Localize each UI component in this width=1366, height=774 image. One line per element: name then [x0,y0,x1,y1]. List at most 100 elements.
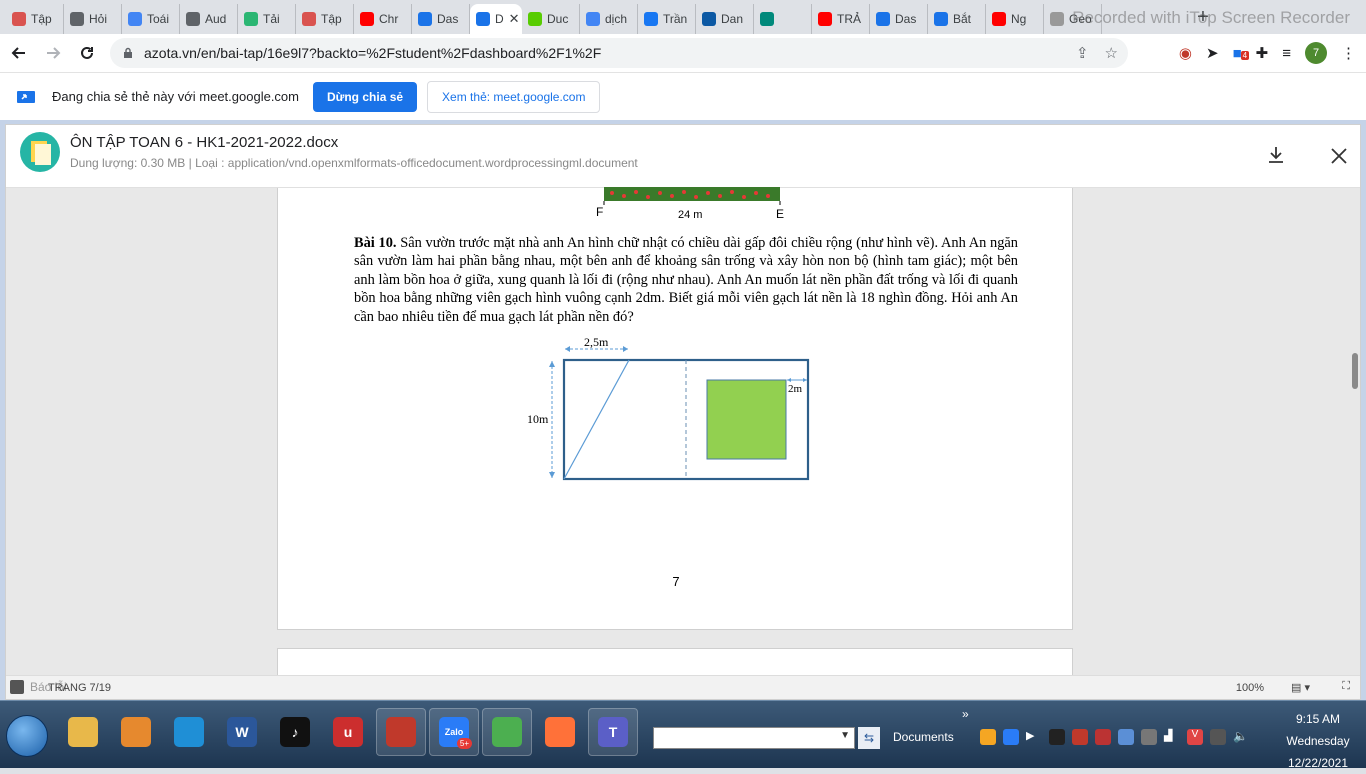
browser-tab[interactable]: Ng [986,4,1044,34]
google-icon [128,12,142,26]
taskbar-unikey-button[interactable]: u [323,708,373,756]
toolbar-go-icon[interactable]: ⇆ [858,727,880,749]
taskbar-file-explorer-button[interactable] [58,708,108,756]
drive-icon [418,12,432,26]
fullscreen-icon[interactable]: ⛶ [1342,680,1350,693]
url-text: azota.vn/en/bai-tap/16e9l7?backto=%2Fstu… [144,45,602,61]
media-queue-icon[interactable]: ≡ [1282,45,1291,62]
browser-tab[interactable]: Tập [296,4,354,34]
taskbar-tiktok-button[interactable]: ♪ [270,708,320,756]
document-viewer: ÔN TẬP TOAN 6 - HK1-2021-2022.docx Dung … [5,124,1361,700]
path-dimension-label: 2m [788,383,803,395]
toolbar-overflow-icon[interactable]: » [962,707,969,721]
browser-tab[interactable]: Bắt [928,4,986,34]
tray-app-icon[interactable] [1095,729,1111,745]
view-shared-tab-button[interactable]: Xem thẻ: meet.google.com [427,80,601,113]
chrome-icon [492,717,522,747]
tab-label: Das [895,12,917,26]
bookmark-star-icon[interactable]: ☆ [1105,44,1118,62]
browser-tab[interactable]: Aud [180,4,238,34]
browser-tab[interactable]: TRẢ [812,4,870,34]
forward-icon[interactable] [38,38,68,68]
menu-kebab-icon[interactable]: ⋮ [1341,44,1356,62]
address-toolbar-input[interactable]: ▼ [653,727,855,749]
browser-tab[interactable]: Dan [696,4,754,34]
close-icon[interactable] [1330,147,1348,165]
tray-app-icon[interactable] [1118,729,1134,745]
feedback-icon[interactable] [10,680,24,694]
browser-tab[interactable]: dịch [580,4,638,34]
recorder-watermark: Recorded with iTop Screen Recorder [1072,8,1350,27]
reload-icon[interactable] [72,38,102,68]
tab-close-icon[interactable]: ✕ [509,11,520,27]
tray-zalo-icon[interactable] [1003,729,1019,745]
drive-icon [934,12,948,26]
taskbar-zalo-button[interactable]: Zalo 5+ [429,708,479,756]
browser-tab[interactable] [754,4,812,34]
browser-tab[interactable]: Hỏi [64,4,122,34]
tab-label: Dan [721,12,744,26]
youtube-icon [992,12,1006,26]
document-scrollbar[interactable] [1351,189,1359,677]
top-dimension-label: 2,5m [584,335,609,349]
tray-arrow-icon[interactable]: ▶ [1026,729,1042,745]
network-signal-icon[interactable]: ▟ [1164,729,1180,745]
problem-title: Bài 10. [354,235,397,251]
browser-tab[interactable]: Tập [6,4,64,34]
zoom-level[interactable]: 100% [1236,682,1264,694]
taskbar-clock[interactable]: 9:15 AM Wednesday 12/22/2021 [1280,708,1356,774]
browser-tab[interactable]: D ✕ [470,4,522,34]
browser-tab[interactable]: Duc [522,4,580,34]
volume-icon[interactable]: 🔈 [1233,729,1249,745]
browser-tab[interactable]: Toái [122,4,180,34]
document-page: F 24 m E Bài 10. Sân vườn trước mặt nhà … [277,187,1073,630]
stop-sharing-button[interactable]: Dừng chia sẻ [313,81,418,112]
back-icon[interactable] [4,38,34,68]
tray-app-icon[interactable] [1141,729,1157,745]
extension-badge-icon[interactable]: ■ 4 [1233,45,1250,62]
tab-label: D [495,12,504,26]
taskbar-chrome-button[interactable] [482,708,532,756]
tab-label: Bắt [953,12,972,26]
edge-icon [702,12,716,26]
azota-icon [12,12,26,26]
start-button[interactable] [6,715,48,757]
browser-tab[interactable]: Tải [238,4,296,34]
screen-recorder-icon [386,717,416,747]
dropdown-arrow-icon[interactable]: ▼ [840,730,850,741]
extension-eye-icon[interactable]: ◉ [1179,44,1192,62]
garden-diagram: 2,5m 10m 2m [527,335,810,481]
browser-tab[interactable]: Das [870,4,928,34]
tray-app-icon[interactable] [1049,729,1065,745]
tray-app-icon[interactable] [980,729,996,745]
taskbar-word-button[interactable]: W [217,708,267,756]
download-icon[interactable] [1266,145,1286,165]
browser-tab[interactable]: Das [412,4,470,34]
tray-app-icon[interactable] [1210,729,1226,745]
taskbar-screen-recorder-button[interactable] [376,708,426,756]
tab-label: Tập [321,12,342,26]
document-title: ÔN TẬP TOAN 6 - HK1-2021-2022.docx [70,134,339,151]
taskbar-teams-button[interactable]: T [588,708,638,756]
extension-cursor-icon[interactable]: ➤ [1206,44,1219,62]
browser-tab[interactable]: Trần [638,4,696,34]
clock-date: 12/22/2021 [1287,756,1349,770]
vertex-e-label: E [776,207,784,221]
taskbar-edge-button[interactable] [164,708,214,756]
puzzle-icon[interactable]: ✚ [1256,44,1269,62]
scrollbar-thumb[interactable] [1352,353,1358,389]
clock-day: Wednesday [1286,734,1350,748]
view-mode-icon[interactable]: ▤ ▾ [1291,681,1310,694]
share-page-icon[interactable]: ⇪ [1076,44,1089,62]
address-bar[interactable]: azota.vn/en/bai-tap/16e9l7?backto=%2Fstu… [110,38,1128,68]
tray-recorder-icon[interactable] [1072,729,1088,745]
tab-label: Tải [263,12,280,26]
tab-label: Trần [663,12,688,26]
browser-tab[interactable]: Chr [354,4,412,34]
taskbar-media-player-button[interactable] [111,708,161,756]
avatar[interactable]: 7 [1305,42,1327,64]
taskbar-firefox-button[interactable] [535,708,585,756]
tab-label: dịch [605,12,628,26]
tray-v-icon[interactable]: V [1187,729,1203,745]
documents-toolbar[interactable]: Documents [893,730,954,744]
